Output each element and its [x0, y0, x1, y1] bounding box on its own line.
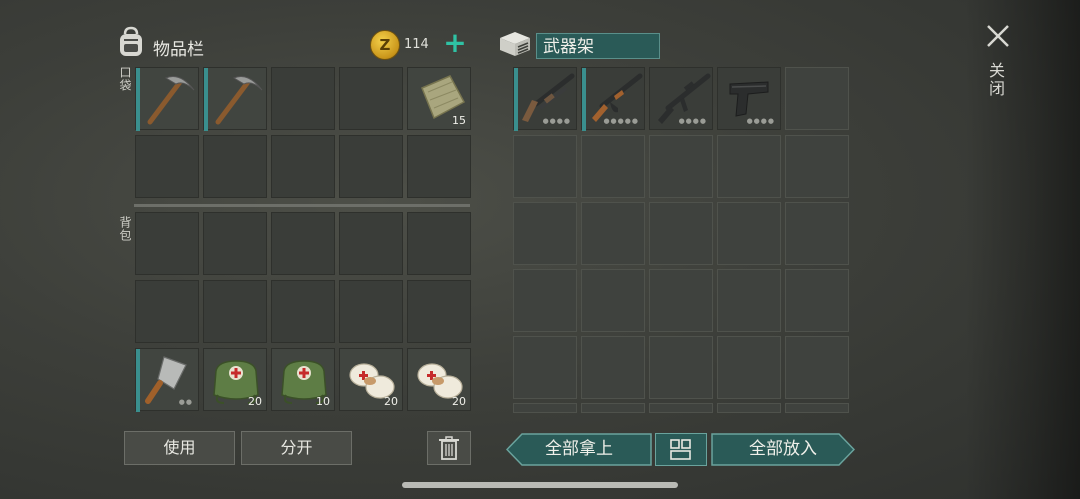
take-all-button[interactable]: 全部拿上 [506, 433, 652, 466]
put-all-button[interactable]: 全部放入 [711, 433, 855, 466]
inventory-slot[interactable] [407, 212, 471, 275]
rack-slot[interactable]: ●●●● [717, 67, 781, 130]
inventory-slot[interactable] [135, 212, 199, 275]
inventory-slot[interactable] [271, 280, 335, 343]
inventory-slot[interactable] [203, 212, 267, 275]
rack-slot[interactable] [649, 135, 713, 198]
inventory-slot[interactable] [271, 67, 335, 130]
discard-button[interactable] [427, 431, 471, 465]
take-all-label: 全部拿上 [545, 439, 613, 459]
durability-dots: ●●●● [746, 117, 775, 125]
rack-slot[interactable] [717, 202, 781, 265]
inventory-slot[interactable] [407, 135, 471, 198]
close-icon[interactable] [984, 22, 1012, 50]
weapon-rack-title: 武器架 [536, 33, 660, 59]
inventory-slot[interactable] [203, 280, 267, 343]
inventory-slot[interactable] [203, 135, 267, 198]
put-all-label: 全部放入 [749, 439, 817, 459]
inventory-slot[interactable] [135, 135, 199, 198]
rack-slot[interactable] [581, 336, 645, 399]
rack-slot[interactable] [649, 403, 713, 413]
coin-count: 114 [404, 37, 429, 52]
inventory-slot[interactable]: ●● [135, 348, 199, 412]
inventory-slot[interactable]: 10 [271, 348, 335, 411]
item-count: 20 [452, 395, 466, 408]
use-button[interactable]: 使用 [124, 431, 235, 465]
inventory-slot[interactable] [135, 280, 199, 343]
inventory-slot[interactable] [203, 67, 267, 131]
durability-dots: ●● [178, 398, 193, 406]
rack-slot[interactable] [785, 67, 849, 130]
home-indicator[interactable] [402, 482, 678, 488]
durability-dots: ●●●●● [603, 117, 639, 125]
rack-slot[interactable] [717, 135, 781, 198]
rack-slot[interactable] [581, 135, 645, 198]
rack-slot[interactable] [785, 269, 849, 332]
add-coins-button[interactable]: + [442, 29, 468, 57]
rack-slot[interactable]: ●●●●● [581, 67, 645, 131]
inventory-slot[interactable] [339, 67, 403, 130]
rack-slot[interactable]: ●●●● [513, 67, 577, 131]
rack-slot[interactable] [649, 269, 713, 332]
close-label[interactable]: 关闭 [986, 62, 1007, 98]
rack-slot[interactable] [785, 202, 849, 265]
pickaxe-icon [215, 76, 263, 125]
sort-button[interactable] [655, 433, 707, 466]
durability-dots: ●●●● [678, 117, 707, 125]
split-button[interactable]: 分开 [241, 431, 352, 465]
inventory-slot[interactable] [339, 135, 403, 198]
sort-grid-icon [670, 439, 691, 460]
item-count: 20 [384, 395, 398, 408]
rack-slot[interactable] [513, 336, 577, 399]
section-divider [134, 204, 470, 207]
rack-slot[interactable] [785, 336, 849, 399]
rack-slot[interactable] [649, 202, 713, 265]
item-count: 10 [316, 395, 330, 408]
rack-slot[interactable] [513, 403, 577, 413]
inventory-slot[interactable]: 20 [339, 348, 403, 411]
rack-slot[interactable] [513, 202, 577, 265]
backpack-label: 背包 [118, 216, 132, 242]
rack-slot[interactable] [785, 403, 849, 413]
inventory-slot[interactable] [271, 212, 335, 275]
inventory-slot[interactable] [339, 280, 403, 343]
rack-slot[interactable] [513, 135, 577, 198]
rack-slot[interactable] [581, 269, 645, 332]
coin-icon: Z [370, 30, 400, 60]
rack-slot[interactable] [785, 135, 849, 198]
inventory-slot[interactable] [407, 280, 471, 343]
inventory-slot[interactable] [135, 67, 199, 131]
item-count: 20 [248, 395, 262, 408]
item-count: 15 [452, 114, 466, 127]
weapon-rack-icon [500, 32, 530, 56]
rack-slot[interactable] [581, 403, 645, 413]
trash-icon [439, 436, 459, 460]
rack-slot[interactable] [717, 269, 781, 332]
pickaxe-icon [147, 76, 195, 125]
rack-slot[interactable] [649, 336, 713, 399]
inventory-slot[interactable]: 20 [203, 348, 267, 411]
inventory-title: 物品栏 [153, 40, 204, 60]
rack-slot[interactable] [513, 269, 577, 332]
inventory-slot[interactable] [339, 212, 403, 275]
pocket-label: 口袋 [118, 66, 132, 92]
rack-slot[interactable] [717, 336, 781, 399]
inventory-slot[interactable] [271, 135, 335, 198]
backpack-icon [120, 26, 142, 56]
inventory-slot[interactable]: 15 [407, 67, 471, 130]
inventory-slot[interactable]: 20 [407, 348, 471, 411]
durability-dots: ●●●● [542, 117, 571, 125]
rack-slot[interactable] [581, 202, 645, 265]
rack-slot[interactable] [717, 403, 781, 413]
rack-slot[interactable]: ●●●● [649, 67, 713, 130]
